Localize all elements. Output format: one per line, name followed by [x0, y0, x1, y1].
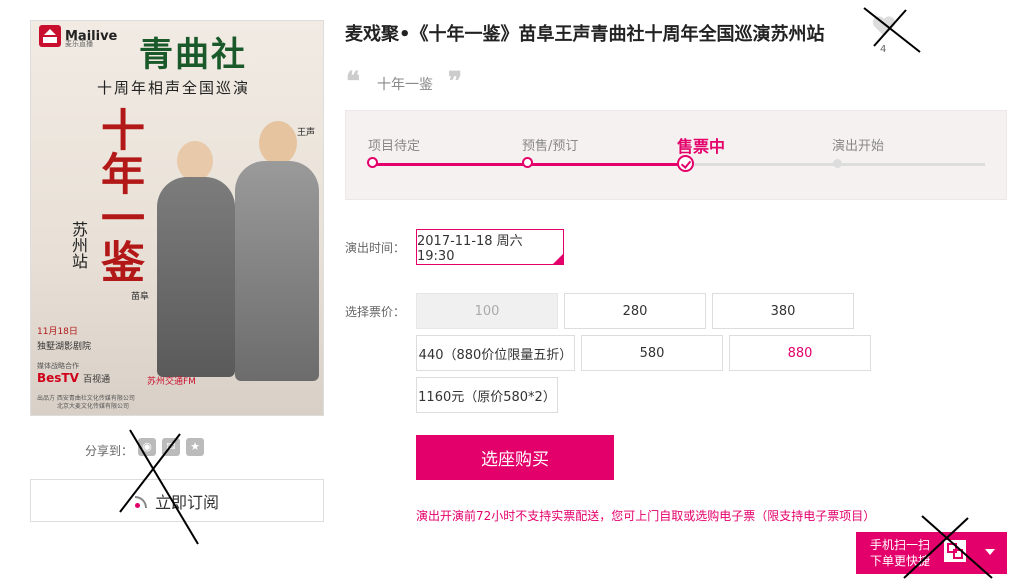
buy-seat-button[interactable]: 选座购买 — [416, 435, 614, 480]
bestv-name: BesTV — [37, 371, 79, 385]
stage-dot-2 — [522, 157, 533, 168]
stage-label-show-start: 演出开始 — [832, 139, 885, 154]
show-time-label: 演出时间： — [345, 241, 406, 255]
favorite-count: 4 — [880, 44, 887, 55]
quote-open-icon: ❝ — [346, 67, 360, 97]
bestv-logo: BesTV 百视通 — [37, 371, 110, 385]
bestv-sub: 百视通 — [83, 375, 111, 385]
price-option-380[interactable]: 380 — [712, 293, 854, 329]
stage-check-icon — [677, 155, 694, 172]
subscribe-button[interactable]: 立即订阅 — [30, 479, 324, 522]
fm-logo: 苏州交通FM — [147, 377, 196, 387]
qr-code-icon — [944, 540, 966, 562]
event-title: 麦戏聚•《十年一鉴》苗阜王声青曲社十周年全国巡演苏州站 — [345, 24, 825, 45]
performer-right-robe — [235, 161, 319, 381]
caret-down-icon[interactable] — [985, 549, 995, 555]
rss-icon — [134, 494, 149, 508]
weibo-icon[interactable]: ◉ — [138, 438, 156, 456]
stage-dot-1 — [367, 157, 378, 168]
poster-signature-2: 苗阜 — [131, 292, 150, 302]
poster-title: 青曲社 — [139, 35, 247, 75]
logo-subtext: 麦乐直播 — [65, 40, 93, 48]
price-option-880[interactable]: 880 — [729, 335, 871, 371]
organizer-line-1: 出品方 西安青曲社文化传媒有限公司 — [37, 395, 135, 402]
poster-venue: 独墅湖影剧院 — [37, 342, 92, 352]
event-poster[interactable]: Mailive 麦乐直播 青曲社 十周年相声全国巡演 十年一鉴 苏州站 王声 苗… — [30, 20, 324, 416]
poster-city: 苏州站 — [69, 221, 88, 269]
poster-date: 11月18日 — [37, 327, 78, 337]
price-label: 选择票价： — [345, 305, 406, 319]
qzone-icon[interactable]: ★ — [186, 438, 204, 456]
stage-label-pending-project: 项目待定 — [368, 139, 421, 154]
logo-mark-icon — [39, 25, 61, 47]
favorite-heart-icon[interactable] — [870, 12, 898, 40]
performer-left-head — [177, 141, 213, 181]
price-option-280[interactable]: 280 — [564, 293, 706, 329]
wechat-icon[interactable]: ✉ — [162, 438, 180, 456]
price-option-440[interactable]: 440（880价位限量五折） — [416, 335, 575, 371]
quote-close-icon: ❞ — [448, 67, 462, 97]
organizer-line-2: 北京大麦文化传媒有限公司 — [57, 403, 130, 410]
event-tagline: 十年一鉴 — [377, 77, 433, 93]
delivery-notice: 演出开演前72小时不支持实票配送，您可上门自取或选购电子票（限支持电子票项目） — [416, 509, 876, 523]
poster-subtitle: 十周年相声全国巡演 — [97, 79, 251, 97]
fan-graphic — [126, 196, 246, 286]
poster-sponsor-label: 媒体战略合作 — [37, 362, 79, 370]
mobile-scan-bar[interactable]: 手机扫一扫 下单更快捷 — [856, 532, 1007, 574]
scan-line-2: 下单更快捷 — [870, 554, 931, 568]
price-option-580[interactable]: 580 — [581, 335, 723, 371]
stage-label-presale: 预售/预订 — [522, 139, 579, 154]
stage-dot-4 — [833, 159, 842, 168]
price-option-1160[interactable]: 1160元（原价580*2） — [416, 377, 558, 413]
poster-organizers: 出品方 西安青曲社文化传媒有限公司 北京大麦文化传媒有限公司 — [37, 395, 135, 411]
sale-progress: 项目待定 预售/预订 售票中 演出开始 — [345, 110, 1007, 200]
subscribe-label: 立即订阅 — [154, 492, 219, 512]
price-option-100[interactable]: 100 — [416, 293, 558, 329]
stage-label-on-sale: 售票中 — [677, 137, 726, 156]
share-label: 分享到： — [85, 444, 134, 458]
performer-right-head — [259, 121, 297, 165]
show-time-option[interactable]: 2017-11-18 周六 19:30 — [416, 229, 564, 265]
